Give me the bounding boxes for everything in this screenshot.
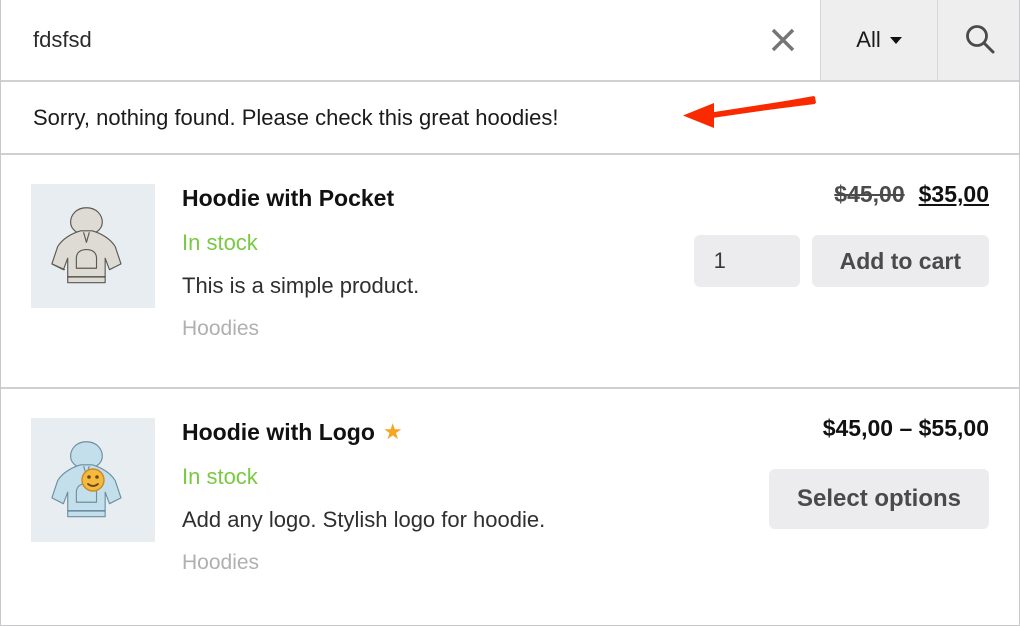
table-row[interactable]: Hoodie with Logo ★ In stock Add any logo…	[1, 389, 1019, 623]
clear-search-button[interactable]	[764, 21, 802, 59]
product-description: This is a simple product.	[182, 273, 420, 298]
product-actions-column: $45,00 – $55,00 Select options	[659, 415, 989, 529]
original-price: $45,00	[834, 181, 905, 207]
product-action-buttons: Select options	[659, 469, 989, 529]
price-line: $45,00 – $55,00	[659, 415, 989, 447]
product-title-line: Hoodie with Pocket	[182, 183, 662, 213]
search-input-container	[1, 0, 821, 80]
select-options-button[interactable]: Select options	[768, 469, 989, 529]
sale-price: $35,00	[918, 181, 989, 207]
grey-hoodie-thumbnail-icon[interactable]	[31, 184, 155, 308]
stock-status: In stock	[182, 464, 258, 489]
product-info: Hoodie with Logo ★ In stock Add any logo…	[182, 417, 662, 575]
add-to-cart-button[interactable]: Add to cart	[811, 235, 989, 287]
search-icon	[965, 25, 994, 54]
search-scope-label: All	[856, 27, 881, 52]
product-category: Hoodies	[182, 551, 260, 574]
close-icon	[771, 28, 795, 52]
product-info: Hoodie with Pocket In stock This is a si…	[182, 183, 662, 341]
featured-star-icon: ★	[382, 419, 403, 444]
product-title[interactable]: Hoodie with Pocket	[182, 183, 394, 213]
no-results-text: Sorry, nothing found. Please check this …	[33, 104, 559, 130]
product-title[interactable]: Hoodie with Logo	[182, 417, 375, 447]
blue-hoodie-thumbnail-icon[interactable]	[31, 418, 155, 542]
stock-status: In stock	[182, 230, 258, 255]
product-action-buttons: Add to cart	[659, 235, 989, 287]
product-description: Add any logo. Stylish logo for hoodie.	[182, 507, 546, 532]
search-input[interactable]	[1, 27, 820, 53]
quantity-stepper[interactable]	[693, 235, 800, 287]
product-title-line: Hoodie with Logo ★	[182, 417, 662, 447]
results-list: Hoodie with Pocket In stock This is a si…	[1, 155, 1019, 623]
product-category: Hoodies	[182, 317, 260, 340]
search-results-panel: All Sorry, nothing found. Please check t…	[0, 0, 1020, 626]
product-actions-column: $45,00 $35,00 Add to cart	[659, 181, 989, 287]
search-scope-dropdown[interactable]: All	[821, 0, 938, 80]
price-range: $45,00 – $55,00	[822, 415, 989, 441]
chevron-down-icon	[889, 36, 902, 44]
price-line: $45,00 $35,00	[659, 181, 989, 213]
search-submit-button[interactable]	[938, 0, 1019, 80]
search-bar: All	[1, 0, 1019, 82]
table-row[interactable]: Hoodie with Pocket In stock This is a si…	[1, 155, 1019, 389]
no-results-notice: Sorry, nothing found. Please check this …	[1, 82, 1019, 155]
